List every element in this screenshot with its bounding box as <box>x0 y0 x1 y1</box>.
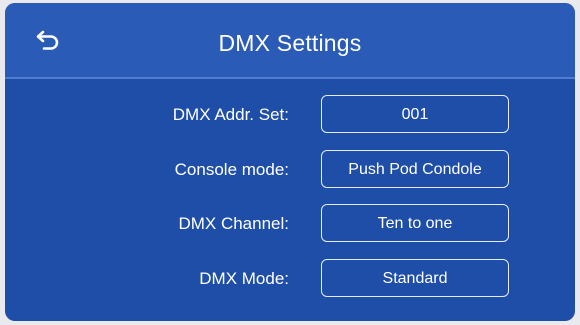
setting-row-console-mode: Console mode: Push Pod Condole <box>5 150 575 190</box>
dmx-settings-screen: DMX Settings DMX Addr. Set: 001 Console … <box>5 3 575 321</box>
page-title: DMX Settings <box>218 30 362 56</box>
setting-label-console-mode: Console mode: <box>174 160 289 179</box>
setting-label-dmx-mode: DMX Mode: <box>199 269 289 288</box>
dmx-mode-field[interactable]: Standard <box>321 259 509 297</box>
setting-label-dmx-channel: DMX Channel: <box>178 214 289 233</box>
setting-row-dmx-mode: DMX Mode: Standard <box>5 259 575 299</box>
dmx-addr-field[interactable]: 001 <box>321 95 509 133</box>
setting-row-dmx-addr: DMX Addr. Set: 001 <box>5 95 575 135</box>
setting-row-dmx-channel: DMX Channel: Ten to one <box>5 204 575 244</box>
dmx-channel-field[interactable]: Ten to one <box>321 204 509 242</box>
console-mode-field[interactable]: Push Pod Condole <box>321 150 509 188</box>
setting-label-dmx-addr: DMX Addr. Set: <box>172 105 289 124</box>
